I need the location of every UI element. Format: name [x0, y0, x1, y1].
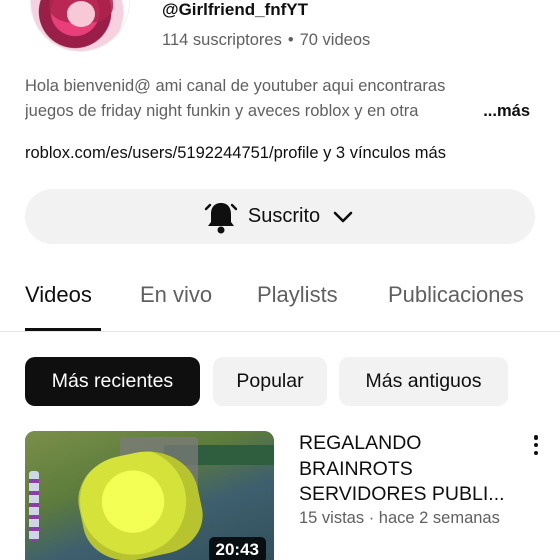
chip-popular[interactable]: Popular: [213, 357, 327, 406]
chip-mas-recientes[interactable]: Más recientes: [25, 357, 200, 406]
channel-link-more[interactable]: y 3 vínculos más: [319, 144, 446, 162]
channel-stats: 114 suscriptores • 70 videos: [162, 31, 370, 50]
channel-description[interactable]: Hola bienvenid@ ami canal de youtuber aq…: [25, 74, 530, 124]
active-tab-indicator: [25, 328, 101, 331]
description-line-2-wrap: juegos de friday night funkin y aveces r…: [25, 99, 530, 124]
bell-icon: [204, 199, 238, 235]
chip-mas-antiguos[interactable]: Más antiguos: [339, 357, 508, 406]
avatar-face: [67, 1, 95, 27]
video-meta: 15 vistas · hace 2 semanas: [299, 509, 500, 527]
video-thumbnail[interactable]: 20:43: [25, 431, 274, 560]
channel-link-main[interactable]: roblox.com/es/users/5192244751/profile: [25, 144, 319, 162]
description-line-2: juegos de friday night funkin y aveces r…: [25, 102, 419, 120]
description-line-1: Hola bienvenid@ ami canal de youtuber aq…: [25, 77, 446, 95]
video-title[interactable]: REGALANDO BRAINROTS SERVIDORES PUBLI...: [299, 431, 514, 508]
video-duration: 20:43: [208, 537, 266, 560]
subscribed-button[interactable]: Suscrito: [25, 189, 535, 244]
channel-tabs: Videos En vivo Playlists Publicaciones: [0, 270, 560, 332]
video-title-line-1: REGALANDO: [299, 432, 422, 454]
kebab-dot: [533, 442, 539, 448]
tab-playlists[interactable]: Playlists: [257, 282, 338, 308]
channel-handle: @Girlfriend_fnfYT: [162, 0, 308, 19]
channel-links[interactable]: roblox.com/es/users/5192244751/profile y…: [25, 144, 446, 163]
video-title-line-3: SERVIDORES PUBLI...: [299, 483, 505, 505]
stats-separator: •: [287, 31, 294, 49]
chevron-down-icon: [330, 204, 356, 230]
subscriber-count: 114 suscriptores: [162, 31, 282, 49]
kebab-dot: [533, 450, 539, 455]
tab-videos[interactable]: Videos: [25, 282, 92, 308]
more-options-icon[interactable]: [526, 432, 546, 458]
thumbnail-hud: [29, 471, 39, 541]
description-more-link[interactable]: ...más: [461, 99, 530, 124]
kebab-dot: [533, 435, 539, 440]
video-count: 70 videos: [299, 31, 371, 49]
channel-avatar[interactable]: [30, 0, 130, 52]
tab-en-vivo[interactable]: En vivo: [140, 282, 212, 308]
video-title-line-2: BRAINROTS: [299, 457, 413, 480]
subscribed-label: Suscrito: [247, 205, 321, 227]
tab-publicaciones[interactable]: Publicaciones: [388, 282, 524, 308]
